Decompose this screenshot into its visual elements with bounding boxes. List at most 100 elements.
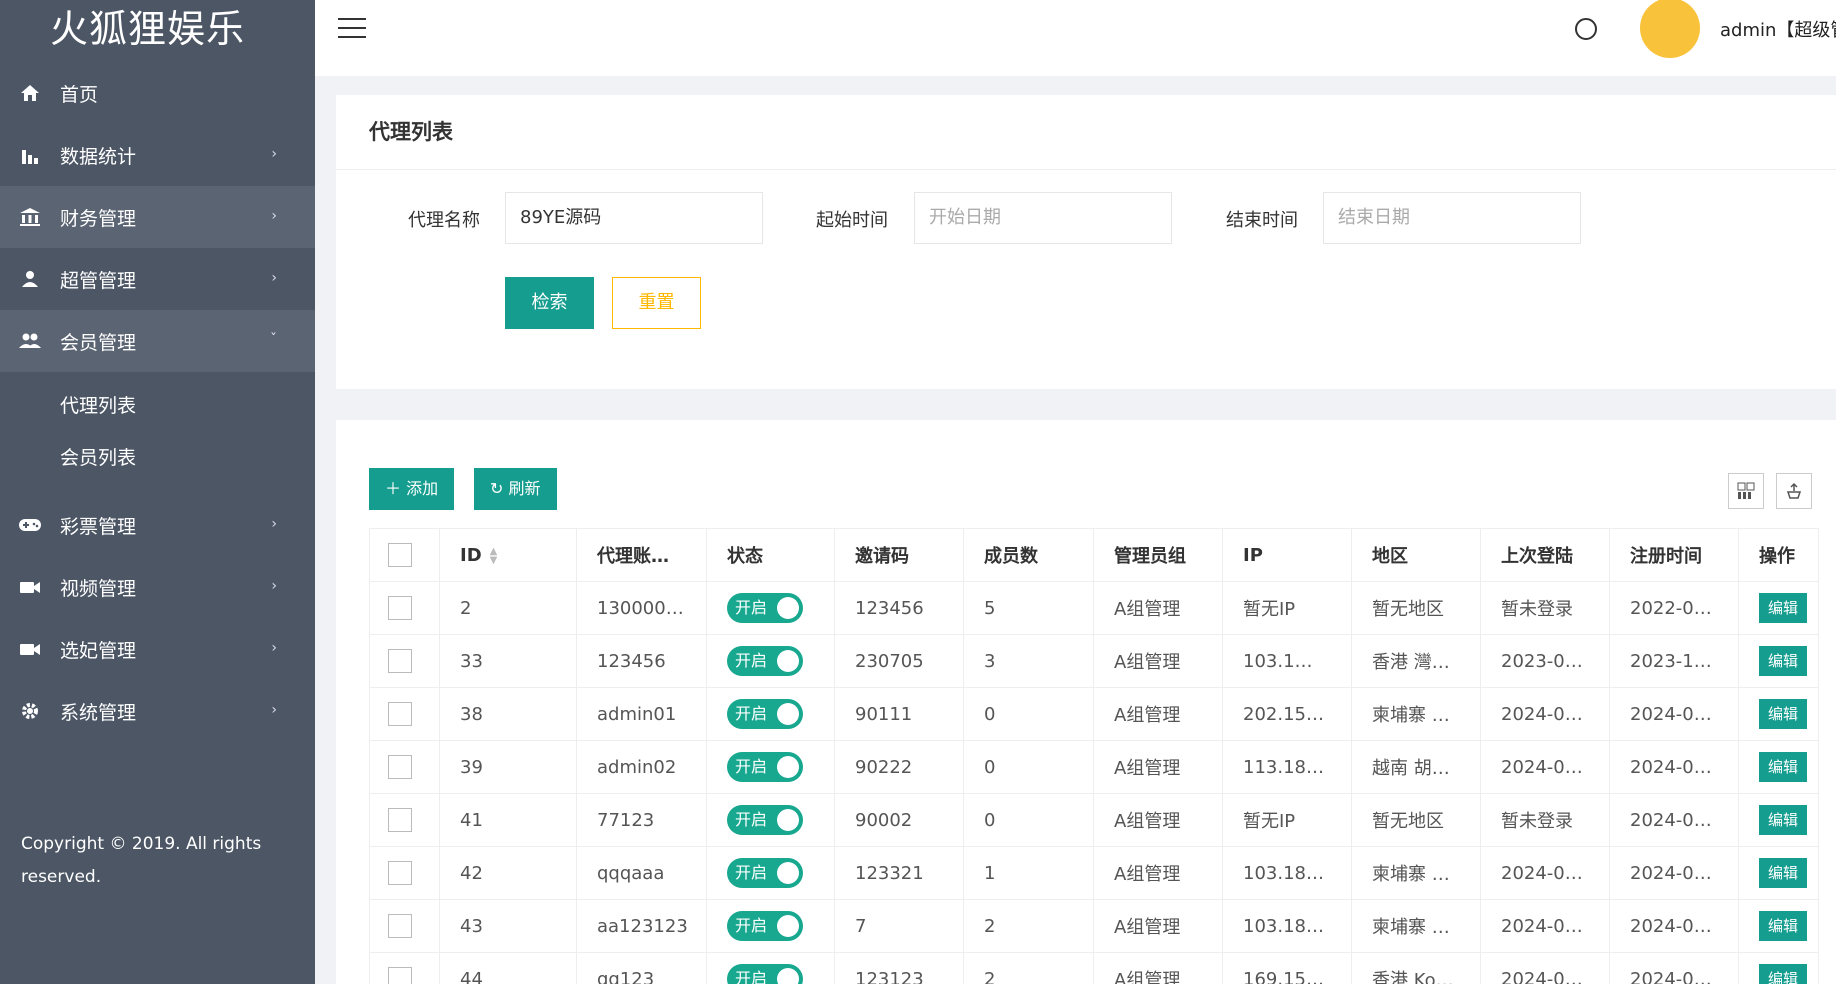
sidebar-item-concubine[interactable]: 选妃管理 › [0, 618, 315, 680]
cell-members: 0 [963, 793, 1094, 847]
status-toggle[interactable]: 开启 [727, 805, 803, 835]
edit-button[interactable]: 编辑 [1759, 593, 1807, 623]
cell-account: qqqaaa [576, 846, 707, 900]
reset-button[interactable]: 重置 [612, 277, 701, 329]
app-logo[interactable]: 火狐狸娱乐 [0, 0, 315, 62]
edit-button[interactable]: 编辑 [1759, 699, 1807, 729]
table-row: 39 admin02 开启 90222 0 A组管理 113.18… 越南 胡… 2024-0…… [369, 740, 1819, 794]
cell-id: 2 [439, 581, 577, 635]
cell-registered: 2024-0… [1609, 740, 1739, 794]
cell-ip: 暂无IP [1222, 581, 1352, 635]
sort-icon[interactable]: ▲ ▼ [490, 546, 498, 565]
bar-chart-icon [18, 143, 42, 167]
user-name[interactable]: admin【超级管 [1720, 16, 1836, 42]
add-button-label: 添加 [406, 479, 439, 498]
row-checkbox[interactable] [388, 808, 412, 832]
status-toggle[interactable]: 开启 [727, 593, 803, 623]
row-checkbox[interactable] [388, 914, 412, 938]
column-header-ip: IP [1222, 528, 1352, 582]
agent-name-label: 代理名称 [408, 210, 480, 231]
row-checkbox-cell[interactable] [369, 740, 440, 794]
column-header-last-login: 上次登陆 [1480, 528, 1610, 582]
end-date-input[interactable]: 结束日期 [1323, 192, 1581, 244]
sidebar-item-lottery[interactable]: 彩票管理 › [0, 494, 315, 556]
sidebar-item-video[interactable]: 视频管理 › [0, 556, 315, 618]
cell-region: 柬埔寨 … [1351, 899, 1481, 953]
sidebar-item-finance[interactable]: 财务管理 › [0, 186, 315, 248]
status-toggle[interactable]: 开启 [727, 858, 803, 888]
export-icon[interactable] [1776, 473, 1812, 509]
edit-button[interactable]: 编辑 [1759, 911, 1807, 941]
sidebar-item-stats[interactable]: 数据统计 › [0, 124, 315, 186]
edit-button[interactable]: 编辑 [1759, 964, 1807, 984]
search-button[interactable]: 检索 [505, 277, 594, 329]
toggle-knob [777, 915, 799, 937]
cell-status: 开启 [706, 952, 835, 984]
row-checkbox-cell[interactable] [369, 793, 440, 847]
column-header-registered: 注册时间 [1609, 528, 1739, 582]
agent-name-input[interactable]: 89YE源码 [505, 192, 763, 244]
status-toggle[interactable]: 开启 [727, 699, 803, 729]
row-checkbox-cell[interactable] [369, 581, 440, 635]
end-time-label: 结束时间 [1226, 210, 1298, 231]
cell-admin-group: A组管理 [1093, 952, 1223, 984]
status-toggle[interactable]: 开启 [727, 646, 803, 676]
sidebar-item-system[interactable]: 系统管理 › [0, 680, 315, 742]
sidebar: 火狐狸娱乐 首页 数据统计 › 财务管理 › 超管管理 › 会员管理 ˇ 代理列… [0, 0, 315, 984]
cell-invite-code: 90222 [834, 740, 964, 794]
row-checkbox-cell[interactable] [369, 899, 440, 953]
start-date-input[interactable]: 开始日期 [914, 192, 1172, 244]
status-toggle[interactable]: 开启 [727, 964, 803, 984]
row-checkbox-cell[interactable] [369, 952, 440, 984]
select-all-checkbox[interactable] [388, 543, 412, 567]
cell-id: 38 [439, 687, 577, 741]
columns-filter-icon[interactable] [1728, 473, 1764, 509]
row-checkbox[interactable] [388, 649, 412, 673]
page-title: 代理列表 [336, 95, 1836, 170]
members-submenu: 代理列表 会员列表 [0, 372, 315, 494]
row-checkbox[interactable] [388, 702, 412, 726]
cell-status: 开启 [706, 581, 835, 635]
sidebar-item-home[interactable]: 首页 [0, 62, 315, 124]
column-header-id[interactable]: ID ▲ ▼ [439, 528, 577, 582]
cell-admin-group: A组管理 [1093, 899, 1223, 953]
table-row: 43 aa123123 开启 7 2 A组管理 103.18… 柬埔寨 … 2024-0… 202… [369, 899, 1819, 953]
sidebar-item-label: 系统管理 [60, 701, 137, 724]
row-checkbox-cell[interactable] [369, 634, 440, 688]
cell-id: 41 [439, 793, 577, 847]
cell-id: 42 [439, 846, 577, 900]
cell-members: 3 [963, 634, 1094, 688]
edit-button[interactable]: 编辑 [1759, 805, 1807, 835]
toggle-knob [777, 597, 799, 619]
sidebar-item-super-admin[interactable]: 超管管理 › [0, 248, 315, 310]
select-all-checkbox-cell[interactable] [369, 528, 440, 582]
edit-button[interactable]: 编辑 [1759, 752, 1807, 782]
row-checkbox[interactable] [388, 755, 412, 779]
edit-button[interactable]: 编辑 [1759, 858, 1807, 888]
cell-last-login: 暂未登录 [1480, 793, 1610, 847]
row-checkbox-cell[interactable] [369, 687, 440, 741]
row-checkbox-cell[interactable] [369, 846, 440, 900]
language-globe-icon[interactable] [1575, 18, 1597, 40]
status-toggle[interactable]: 开启 [727, 911, 803, 941]
row-checkbox[interactable] [388, 967, 412, 984]
submenu-item-agent-list[interactable]: 代理列表 [0, 380, 315, 432]
cell-ip: 202.15… [1222, 687, 1352, 741]
status-toggle[interactable]: 开启 [727, 752, 803, 782]
cell-id: 44 [439, 952, 577, 984]
add-button[interactable]: ＋ 添加 [369, 468, 455, 510]
refresh-button[interactable]: ↻ 刷新 [474, 468, 557, 510]
sidebar-item-members[interactable]: 会员管理 ˇ [0, 310, 315, 372]
table-toolbar: ＋ 添加 ↻ 刷新 [369, 468, 1836, 510]
cell-invite-code: 90111 [834, 687, 964, 741]
avatar[interactable] [1640, 0, 1700, 58]
table-row: 38 admin01 开启 90111 0 A组管理 202.15… 柬埔寨 … 2024-0…… [369, 687, 1819, 741]
row-checkbox[interactable] [388, 596, 412, 620]
cell-last-login: 2024-0… [1480, 687, 1610, 741]
edit-button[interactable]: 编辑 [1759, 646, 1807, 676]
cell-actions: 编辑 [1738, 793, 1819, 847]
row-checkbox[interactable] [388, 861, 412, 885]
top-header: admin【超级管 [315, 0, 1836, 76]
submenu-item-member-list[interactable]: 会员列表 [0, 432, 315, 484]
hamburger-menu-icon[interactable] [338, 18, 366, 40]
